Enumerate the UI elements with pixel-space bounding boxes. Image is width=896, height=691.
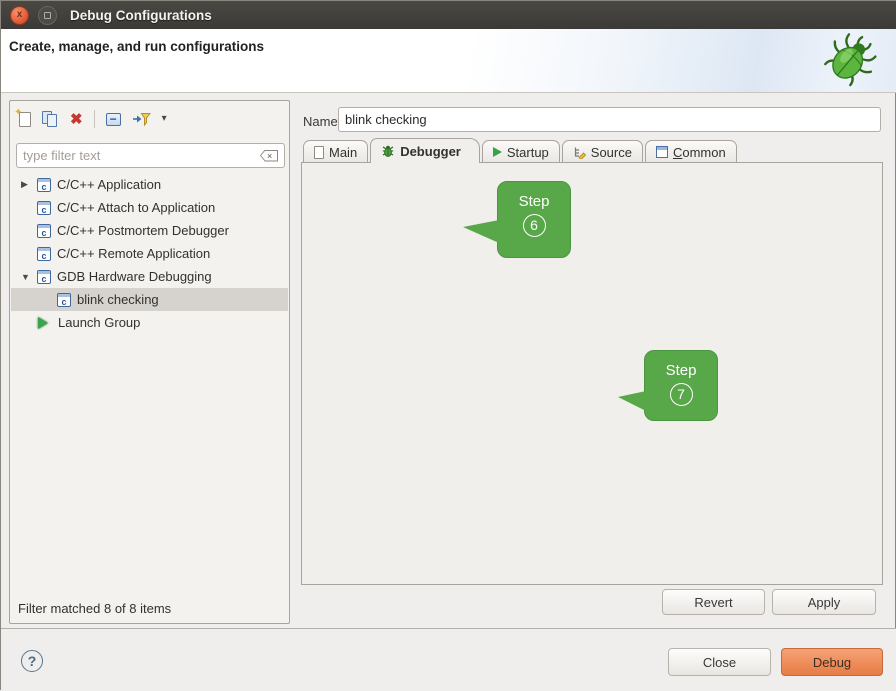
debugger-tab-content bbox=[301, 162, 883, 585]
delete-configuration-icon[interactable]: ✖ bbox=[70, 112, 83, 127]
dialog-button-bar: ? Close Debug bbox=[1, 628, 896, 691]
tree-item-launch-group[interactable]: Launch Group bbox=[11, 311, 288, 334]
debug-bug-icon bbox=[819, 31, 881, 89]
tab-debugger[interactable]: Debugger bbox=[370, 138, 480, 163]
tab-common[interactable]: Common bbox=[645, 140, 737, 163]
tree-item-label: C/C++ Postmortem Debugger bbox=[57, 223, 229, 238]
launch-group-icon bbox=[38, 317, 48, 329]
tab-main[interactable]: Main bbox=[303, 140, 368, 163]
toolbar-separator bbox=[94, 110, 95, 128]
apply-button[interactable]: Apply bbox=[772, 589, 876, 615]
step-number: 7 bbox=[670, 383, 693, 406]
c-launch-icon: c bbox=[37, 247, 51, 261]
name-label: Name: bbox=[303, 114, 341, 129]
source-tab-icon bbox=[573, 146, 586, 159]
close-button[interactable]: Close bbox=[668, 648, 771, 676]
filter-placeholder: type filter text bbox=[23, 148, 260, 163]
tree-item-cpp-attach[interactable]: c C/C++ Attach to Application bbox=[11, 196, 288, 219]
common-tab-icon bbox=[656, 146, 668, 158]
tree-item-blink-checking[interactable]: c blink checking bbox=[11, 288, 288, 311]
revert-button[interactable]: Revert bbox=[662, 589, 765, 615]
tree-item-label: GDB Hardware Debugging bbox=[57, 269, 212, 284]
help-button[interactable]: ? bbox=[21, 650, 43, 672]
filter-menu-dropdown-icon[interactable]: ▾ bbox=[162, 114, 167, 124]
clear-filter-icon[interactable]: × bbox=[260, 150, 278, 162]
tree-item-cpp-application[interactable]: ▶ c C/C++ Application bbox=[11, 173, 288, 196]
tree-item-label: C/C++ Application bbox=[57, 177, 161, 192]
c-launch-icon: c bbox=[57, 293, 71, 307]
duplicate-configuration-icon[interactable] bbox=[42, 111, 59, 128]
step-number: 6 bbox=[523, 214, 546, 237]
step-6-callout: Step 6 bbox=[497, 181, 571, 258]
tab-bar: Main Debugger Startup bbox=[303, 139, 739, 163]
tree-item-cpp-postmortem[interactable]: c C/C++ Postmortem Debugger bbox=[11, 219, 288, 242]
c-launch-icon: c bbox=[37, 270, 51, 284]
configuration-tree: ▶ c C/C++ Application c C/C++ Attach to … bbox=[11, 173, 288, 334]
tree-item-label: blink checking bbox=[77, 292, 159, 307]
window-close-icon[interactable]: x bbox=[10, 6, 29, 25]
filter-configurations-icon[interactable] bbox=[132, 112, 151, 126]
c-launch-icon: c bbox=[37, 224, 51, 238]
tab-startup[interactable]: Startup bbox=[482, 140, 560, 163]
dialog-header: Create, manage, and run configurations bbox=[1, 29, 896, 93]
new-configuration-icon[interactable]: ✦ bbox=[19, 112, 31, 127]
callout-tail bbox=[618, 391, 646, 411]
window-maximize-icon[interactable] bbox=[38, 6, 57, 25]
configurations-toolbar: ✦ ✖ − ▾ bbox=[19, 109, 167, 129]
filter-status: Filter matched 8 of 8 items bbox=[18, 601, 171, 616]
page-title: Create, manage, and run configurations bbox=[9, 39, 264, 54]
tree-item-label: C/C++ Remote Application bbox=[57, 246, 210, 261]
tab-source[interactable]: Source bbox=[562, 140, 643, 163]
c-launch-icon: c bbox=[37, 178, 51, 192]
collapse-all-icon[interactable]: − bbox=[106, 113, 121, 126]
tree-item-label: C/C++ Attach to Application bbox=[57, 200, 215, 215]
tree-item-label: Launch Group bbox=[58, 315, 140, 330]
expander-icon[interactable]: ▼ bbox=[17, 272, 37, 282]
step-7-callout: Step 7 bbox=[644, 350, 718, 421]
tree-item-gdb-hardware[interactable]: ▼ c GDB Hardware Debugging bbox=[11, 265, 288, 288]
startup-tab-icon bbox=[493, 147, 502, 157]
name-input[interactable]: blink checking bbox=[338, 107, 881, 132]
tree-item-cpp-remote[interactable]: c C/C++ Remote Application bbox=[11, 242, 288, 265]
dialog-body: ✦ ✖ − ▾ type filter text × bbox=[1, 93, 896, 628]
expander-icon[interactable]: ▶ bbox=[17, 179, 37, 190]
configurations-panel: ✦ ✖ − ▾ type filter text × bbox=[9, 100, 290, 624]
debug-button[interactable]: Debug bbox=[781, 648, 883, 676]
callout-tail bbox=[463, 220, 499, 243]
titlebar: x Debug Configurations bbox=[1, 1, 896, 29]
filter-input[interactable]: type filter text × bbox=[16, 143, 285, 168]
c-launch-icon: c bbox=[37, 201, 51, 215]
window-title: Debug Configurations bbox=[70, 8, 212, 23]
main-tab-icon bbox=[314, 146, 324, 159]
debugger-tab-bug-icon bbox=[381, 144, 395, 158]
